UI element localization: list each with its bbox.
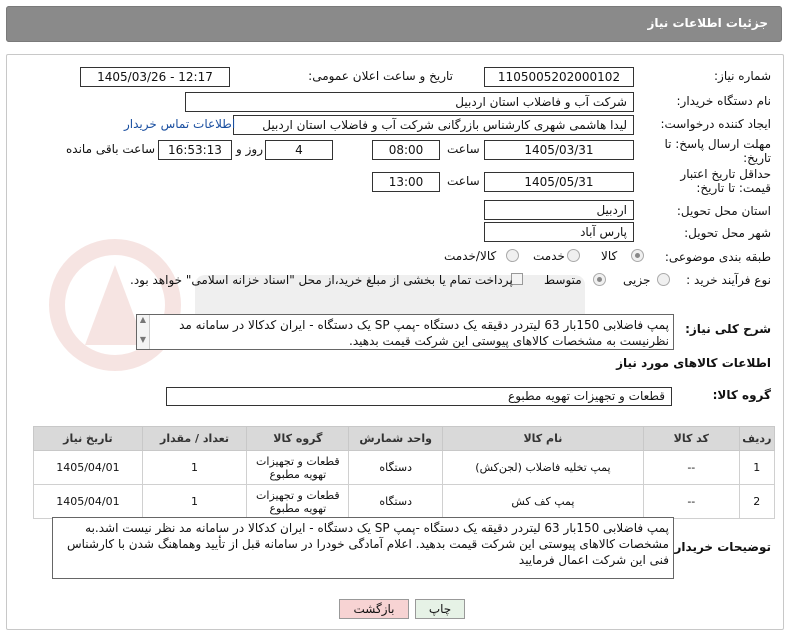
province-field: اردبیل bbox=[484, 200, 634, 220]
col-date: تاریخ نیاز bbox=[33, 426, 143, 451]
deadline-time-field: 08:00 bbox=[372, 140, 440, 160]
summary-text: پمپ فاضلابی 150بار 63 لیتردر دقیقه یک دس… bbox=[179, 318, 669, 348]
city-field: پارس آباد bbox=[484, 222, 634, 242]
cell-code: -- bbox=[642, 484, 740, 519]
cell-index: 2 bbox=[738, 484, 776, 519]
cell-index: 1 bbox=[738, 450, 776, 485]
goods-group-label: گروه کالا: bbox=[712, 388, 771, 402]
cell-group: قطعات و تجهیزات تهویه مطبوع bbox=[246, 450, 350, 485]
category-option-goods: کالا bbox=[601, 249, 618, 263]
category-label: طبقه بندی موضوعی: bbox=[664, 250, 771, 264]
remaining-time-label: ساعت باقی مانده bbox=[66, 142, 156, 156]
category-option-service: خدمت bbox=[533, 249, 565, 263]
table-row[interactable]: 1 -- پمپ تخلیه فاضلاب (لجن‌کش) دستگاه قط… bbox=[33, 450, 776, 485]
goods-table: ردیف کد کالا نام کالا واحد شمارش گروه کا… bbox=[33, 426, 776, 519]
cell-qty: 1 bbox=[141, 484, 248, 519]
validity-time-label: ساعت bbox=[447, 174, 480, 188]
process-option-medium: متوسط bbox=[544, 273, 582, 287]
goods-section-title: اطلاعات کالاهای مورد نیاز bbox=[616, 356, 771, 370]
buyer-notes-text: پمپ فاضلابی 150بار 63 لیتردر دقیقه یک دس… bbox=[67, 521, 669, 567]
process-radio-minor[interactable] bbox=[657, 273, 670, 286]
goods-table-header: ردیف کد کالا نام کالا واحد شمارش گروه کا… bbox=[33, 426, 776, 451]
col-unit: واحد شمارش bbox=[348, 426, 443, 451]
category-radio-goods[interactable] bbox=[631, 249, 644, 262]
category-option-both: کالا/خدمت bbox=[444, 249, 497, 263]
cell-code: -- bbox=[642, 450, 740, 485]
buyer-org-label: نام دستگاه خریدار: bbox=[676, 94, 772, 108]
process-radio-medium[interactable] bbox=[593, 273, 606, 286]
buyer-contact-link[interactable]: اطلاعات تماس خریدار bbox=[124, 117, 235, 131]
creator-label: ایجاد کننده درخواست: bbox=[660, 117, 771, 131]
cell-unit: دستگاه bbox=[348, 484, 443, 519]
back-button[interactable]: بازگشت bbox=[339, 599, 409, 619]
deadline-date-field: 1405/03/31 bbox=[484, 140, 634, 160]
cell-date: 1405/04/01 bbox=[33, 450, 143, 485]
validity-date-field: 1405/05/31 bbox=[484, 172, 634, 192]
cell-date: 1405/04/01 bbox=[33, 484, 143, 519]
goods-group-field: قطعات و تجهیزات تهویه مطبوع bbox=[166, 387, 672, 406]
cell-unit: دستگاه bbox=[348, 450, 443, 485]
buyer-notes-textarea[interactable]: پمپ فاضلابی 150بار 63 لیتردر دقیقه یک دس… bbox=[52, 517, 674, 579]
buyer-notes-label: توضیحات خریدار: bbox=[669, 540, 771, 554]
cell-qty: 1 bbox=[141, 450, 248, 485]
validity-label: حداقل تاریخ اعتبار قیمت: تا تاریخ: bbox=[680, 167, 771, 195]
announce-date-label: تاریخ و ساعت اعلان عمومی: bbox=[308, 69, 453, 83]
col-name: نام کالا bbox=[441, 426, 644, 451]
treasury-payment-note: پرداخت تمام یا بخشی از مبلغ خرید،از محل … bbox=[130, 273, 513, 287]
buyer-org-field: شرکت آب و فاضلاب استان اردبیل bbox=[185, 92, 634, 112]
cell-name: پمپ کف کش bbox=[441, 484, 644, 519]
creator-field: لیدا هاشمی شهری کارشناس بازرگانی شرکت آب… bbox=[233, 115, 634, 135]
deadline-time-label: ساعت bbox=[447, 142, 480, 156]
days-remaining-field: 4 bbox=[265, 140, 333, 160]
need-number-field: 1105005202000102 bbox=[484, 67, 634, 87]
province-label: استان محل تحویل: bbox=[676, 204, 771, 218]
page-title: جزئیات اطلاعات نیاز bbox=[647, 16, 768, 30]
days-label: روز و bbox=[236, 142, 263, 156]
col-index: ردیف bbox=[738, 426, 776, 451]
process-option-minor: جزیی bbox=[623, 273, 651, 287]
summary-label: شرح کلی نیاز: bbox=[685, 322, 771, 336]
deadline-label: مهلت ارسال پاسخ: تا تاریخ: bbox=[664, 137, 771, 165]
announce-date-field: 1405/03/26 - 12:17 bbox=[80, 67, 230, 87]
cell-name: پمپ تخلیه فاضلاب (لجن‌کش) bbox=[441, 450, 644, 485]
cell-group: قطعات و تجهیزات تهویه مطبوع bbox=[246, 484, 350, 519]
col-qty: تعداد / مقدار bbox=[141, 426, 248, 451]
process-label: نوع فرآیند خرید : bbox=[686, 273, 771, 287]
table-row[interactable]: 2 -- پمپ کف کش دستگاه قطعات و تجهیزات ته… bbox=[33, 484, 776, 519]
page-header: جزئیات اطلاعات نیاز bbox=[6, 6, 782, 42]
summary-textarea[interactable]: پمپ فاضلابی 150بار 63 لیتردر دقیقه یک دس… bbox=[136, 314, 674, 350]
city-label: شهر محل تحویل: bbox=[684, 226, 771, 240]
need-number-label: شماره نیاز: bbox=[714, 69, 771, 83]
summary-scrollbar[interactable]: ▲ ▼ bbox=[137, 315, 150, 349]
validity-time-field: 13:00 bbox=[372, 172, 440, 192]
category-radio-service[interactable] bbox=[567, 249, 580, 262]
print-button[interactable]: چاپ bbox=[415, 599, 465, 619]
col-code: کد کالا bbox=[642, 426, 740, 451]
category-radio-both[interactable] bbox=[506, 249, 519, 262]
remaining-time-field: 16:53:13 bbox=[158, 140, 232, 160]
col-group: گروه کالا bbox=[246, 426, 350, 451]
